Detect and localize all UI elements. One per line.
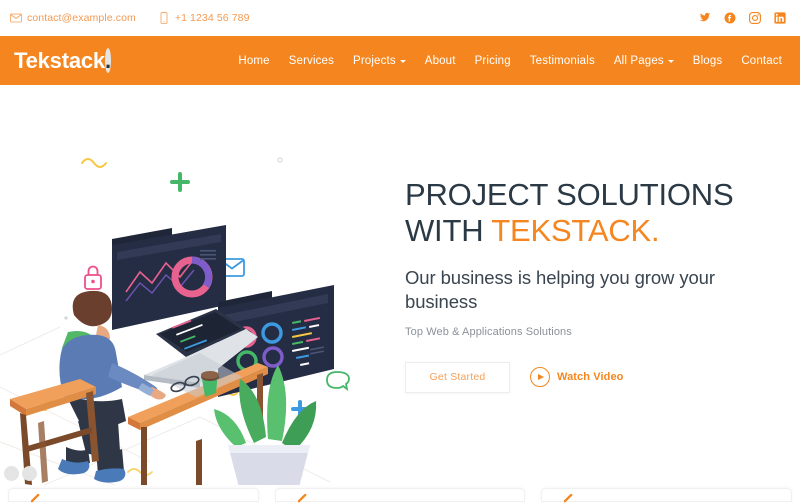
- email-label: contact@example.com: [27, 12, 136, 24]
- slider-dot-2[interactable]: [22, 466, 37, 481]
- slider-pagination: [4, 466, 37, 481]
- feature-cards-row: [0, 488, 800, 503]
- nav-label: Home: [238, 54, 270, 67]
- nav-item-contact[interactable]: Contact: [741, 55, 782, 67]
- nav-item-pricing[interactable]: Pricing: [475, 55, 511, 67]
- slider-dot-1[interactable]: [4, 466, 19, 481]
- feature-icon-3: [564, 494, 573, 503]
- phone-label: +1 1234 56 789: [174, 12, 250, 24]
- doodle-speech-bubble: [326, 371, 350, 392]
- social-links: [699, 12, 786, 24]
- doodle-squiggle: [81, 158, 107, 168]
- nav-label: Projects: [353, 54, 396, 67]
- hero-title-line2-prefix: WITH: [405, 213, 492, 249]
- doodle-plus-green: [170, 172, 190, 192]
- facebook-icon[interactable]: [724, 12, 736, 24]
- nav-label: Blogs: [692, 54, 723, 67]
- instagram-icon[interactable]: [749, 12, 761, 24]
- hero-subtitle: Our business is helping you grow your bu…: [405, 267, 715, 313]
- nav-item-blogs[interactable]: Blogs: [693, 55, 723, 67]
- main-navigation-bar: Tekstack. Home Services Projects About P…: [0, 36, 800, 85]
- nav-label: About: [424, 54, 456, 67]
- hero-illustration: [0, 157, 350, 485]
- nav-label: Contact: [741, 54, 782, 67]
- chevron-down-icon: [399, 60, 406, 63]
- linkedin-icon[interactable]: [774, 12, 786, 24]
- hero-tagline: Top Web & Applications Solutions: [405, 325, 572, 338]
- phone-contact[interactable]: +1 1234 56 789: [158, 12, 250, 24]
- site-logo[interactable]: Tekstack.: [14, 47, 111, 74]
- hero-title: PROJECT SOLUTIONS WITH TEKSTACK.: [405, 177, 790, 249]
- nav-label: All Pages: [613, 54, 664, 67]
- email-contact[interactable]: contact@example.com: [10, 12, 136, 24]
- hero-content: PROJECT SOLUTIONS WITH TEKSTACK. Our bus…: [405, 85, 790, 485]
- play-icon: [530, 367, 550, 388]
- nav-item-home[interactable]: Home: [238, 55, 269, 67]
- nav-item-about[interactable]: About: [425, 55, 456, 67]
- doodle-wave2: [127, 468, 153, 476]
- nav-label: Services: [288, 54, 334, 67]
- top-bar: contact@example.com +1 1234 56 789: [0, 0, 800, 36]
- hero-title-line1: PROJECT SOLUTIONS: [405, 177, 734, 213]
- logo-text: Tekstack: [14, 47, 105, 73]
- chevron-down-icon: [667, 60, 674, 63]
- nav-label: Testimonials: [529, 54, 595, 67]
- hero-cta-row: Get Started Watch Video: [405, 361, 790, 393]
- feature-icon-2: [297, 494, 307, 503]
- get-started-button[interactable]: Get Started: [405, 361, 510, 393]
- nav-menu: Home Services Projects About Pricing Tes…: [238, 55, 782, 67]
- twitter-icon[interactable]: [699, 12, 711, 24]
- hero-section: PROJECT SOLUTIONS WITH TEKSTACK. Our bus…: [0, 85, 800, 485]
- top-bar-contacts: contact@example.com +1 1234 56 789: [10, 12, 250, 24]
- doodle-dot: [277, 157, 283, 163]
- nav-item-projects[interactable]: Projects: [353, 55, 406, 67]
- watch-video-button[interactable]: Watch Video: [530, 367, 624, 388]
- mobile-phone-icon: [160, 12, 168, 24]
- nav-item-testimonials[interactable]: Testimonials: [530, 55, 595, 67]
- envelope-icon: [10, 13, 22, 23]
- feature-icon-1: [31, 494, 40, 503]
- logo-dot: .: [104, 47, 111, 73]
- nav-item-services[interactable]: Services: [289, 55, 334, 67]
- hero-title-accent: TEKSTACK.: [491, 213, 660, 249]
- nav-item-all-pages[interactable]: All Pages: [614, 55, 674, 67]
- doodle-dot2: [64, 316, 68, 320]
- doodle-lock: [84, 265, 102, 290]
- watch-video-label: Watch Video: [557, 371, 624, 384]
- nav-label: Pricing: [474, 54, 511, 67]
